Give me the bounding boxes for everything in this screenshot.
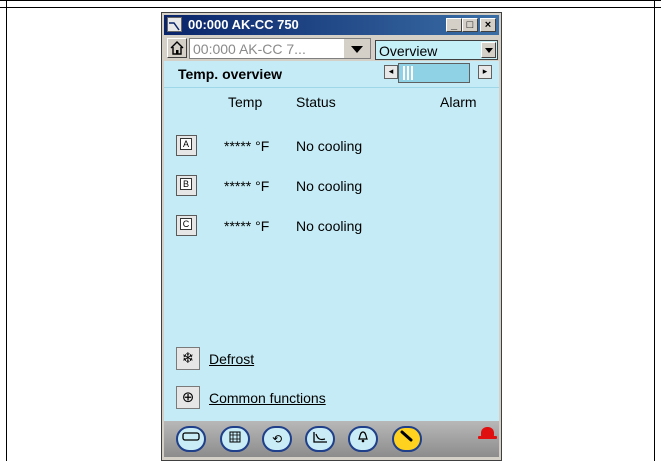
home-button[interactable]: [167, 38, 187, 58]
panel-header: Temp. overview ◂ ▸: [164, 61, 499, 87]
divider: [164, 87, 499, 88]
section-b-status: No cooling: [296, 178, 363, 194]
bell-nav-button[interactable]: [348, 426, 378, 452]
bell-icon: [358, 431, 368, 443]
app-window: 00:000 AK-CC 750 _ □ × 00:000 AK-CC 7...…: [161, 12, 502, 461]
section-a-status: No cooling: [296, 138, 363, 154]
graph-nav-button[interactable]: [305, 426, 335, 452]
column-header-status: Status: [296, 94, 336, 110]
page-next-button[interactable]: ▸: [478, 65, 492, 79]
defrost-link[interactable]: Defrost: [209, 351, 254, 367]
device-icon: [182, 432, 200, 441]
view-select-value: Overview: [379, 43, 438, 59]
section-b-temp: ***** °F: [224, 178, 270, 194]
close-button[interactable]: ×: [480, 18, 496, 32]
alarm-bell-icon[interactable]: [478, 427, 497, 439]
section-a-icon[interactable]: A: [176, 135, 197, 156]
maximize-button[interactable]: □: [462, 18, 478, 32]
section-b-icon[interactable]: B: [176, 175, 197, 196]
section-c-icon[interactable]: C: [176, 215, 197, 236]
frame-border-right: [654, 0, 655, 461]
app-icon: [167, 17, 182, 32]
frame-border-top: [0, 0, 661, 1]
home-icon: [170, 41, 184, 55]
minimize-button[interactable]: _: [446, 18, 462, 32]
section-row-c[interactable]: C ***** °F No cooling: [176, 215, 496, 241]
graph-icon: [313, 432, 327, 443]
cycle-nav-button[interactable]: ⟲: [262, 426, 292, 452]
bottom-navigation-bar: ⟲: [164, 421, 499, 457]
section-c-status: No cooling: [296, 218, 363, 234]
device-nav-button[interactable]: [176, 426, 206, 452]
cycle-icon: ⟲: [271, 432, 283, 446]
grid-icon: [229, 431, 241, 443]
window-title: 00:000 AK-CC 750: [188, 17, 299, 32]
page-thumb[interactable]: [403, 66, 415, 80]
title-bar[interactable]: 00:000 AK-CC 750 _ □ ×: [164, 15, 499, 35]
device-select[interactable]: 00:000 AK-CC 7...: [189, 38, 371, 59]
page-prev-button[interactable]: ◂: [384, 65, 398, 79]
device-select-value: 00:000 AK-CC 7...: [193, 41, 306, 57]
section-row-b[interactable]: B ***** °F No cooling: [176, 175, 496, 201]
page-indicator[interactable]: [398, 63, 470, 83]
chevron-down-icon[interactable]: [481, 42, 496, 58]
common-functions-link[interactable]: Common functions: [209, 390, 326, 406]
chevron-down-icon[interactable]: [344, 39, 370, 58]
grid-nav-button[interactable]: [220, 426, 250, 452]
crosshair-icon[interactable]: ⊕: [176, 386, 200, 409]
wrench-icon: [400, 430, 413, 442]
navigation-row: 00:000 AK-CC 7... Overview: [164, 37, 499, 60]
frame-border-inner: [0, 7, 661, 8]
main-panel: Temp. overview ◂ ▸ Temp Status Alarm A *…: [164, 61, 499, 421]
panel-title: Temp. overview: [178, 66, 283, 82]
frame-border-left: [6, 0, 7, 461]
snowflake-icon[interactable]: ❄: [176, 347, 200, 370]
section-c-temp: ***** °F: [224, 218, 270, 234]
section-row-a[interactable]: A ***** °F No cooling: [176, 135, 496, 161]
column-header-alarm: Alarm: [440, 94, 477, 110]
column-header-temp: Temp: [228, 94, 263, 110]
tools-nav-button[interactable]: [392, 426, 422, 452]
view-select[interactable]: Overview: [375, 40, 498, 60]
section-a-temp: ***** °F: [224, 138, 270, 154]
